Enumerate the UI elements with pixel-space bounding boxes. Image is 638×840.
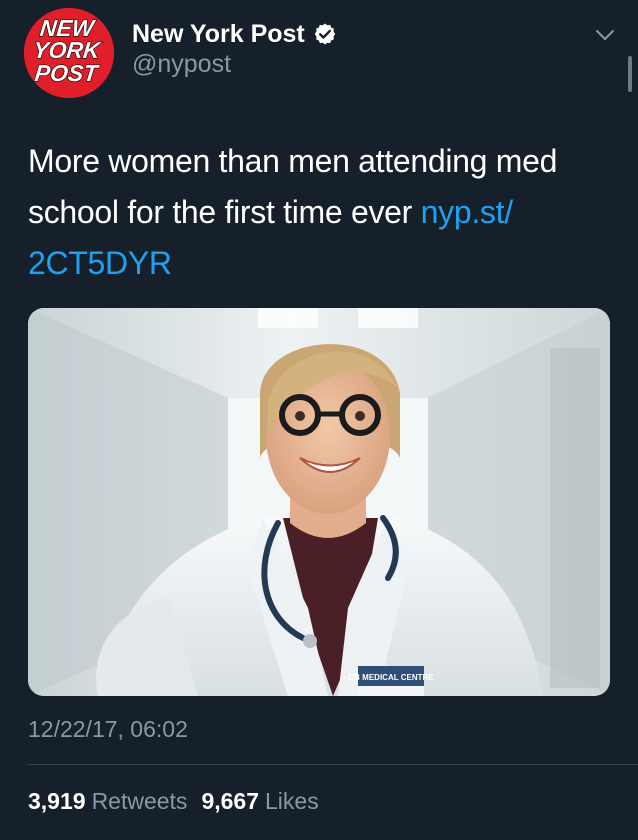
likes-stat[interactable]: 9,667 Likes: [201, 788, 318, 815]
svg-text:CB MEDICAL CENTRE: CB MEDICAL CENTRE: [348, 673, 434, 682]
nypost-logo: NEW YORK POST: [24, 8, 114, 98]
display-name[interactable]: New York Post: [132, 20, 305, 49]
svg-text:POST: POST: [34, 60, 101, 86]
likes-count: 9,667: [201, 788, 259, 814]
divider: [28, 764, 638, 765]
tweet-link-part-1: nyp.st/: [420, 194, 513, 230]
account-handle[interactable]: @nypost: [132, 50, 231, 79]
retweets-stat[interactable]: 3,919 Retweets: [28, 788, 187, 815]
tweet-stats: 3,919 Retweets 9,667 Likes: [28, 788, 319, 815]
likes-label: Likes: [265, 788, 319, 814]
retweets-count: 3,919: [28, 788, 86, 814]
chevron-down-icon[interactable]: [594, 24, 616, 46]
avatar[interactable]: NEW YORK POST: [24, 8, 114, 98]
doctor-photo: CB MEDICAL CENTRE: [28, 308, 610, 696]
scrollbar[interactable]: [628, 56, 632, 92]
retweets-label: Retweets: [91, 788, 188, 814]
tweet-timestamp[interactable]: 12/22/17, 06:02: [28, 716, 188, 743]
verified-badge-icon: [313, 22, 337, 46]
tweet-image[interactable]: CB MEDICAL CENTRE: [28, 308, 610, 696]
tweet: NEW YORK POST New York Post @nypost More…: [0, 0, 638, 840]
tweet-link-part-2: 2CT5DYR: [28, 245, 172, 281]
display-name-row: New York Post: [132, 18, 337, 50]
tweet-header: NEW YORK POST New York Post @nypost: [0, 0, 638, 110]
tweet-text: More women than men attending med school…: [28, 136, 618, 289]
